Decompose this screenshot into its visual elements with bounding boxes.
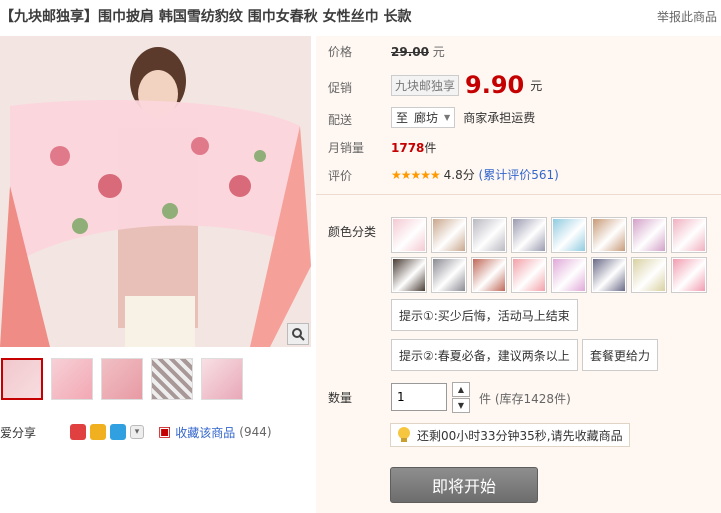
stock-count: (库存1428件) (494, 392, 571, 406)
report-link[interactable]: 举报此商品 (657, 8, 717, 25)
sales-value: 1778件 (391, 139, 436, 156)
rating-score: 4.8分 (443, 168, 475, 182)
color-swatch[interactable] (631, 257, 667, 293)
color-label: 颜色分类 (328, 225, 377, 239)
color-swatch[interactable] (391, 217, 427, 253)
divider (316, 194, 721, 195)
combo-button[interactable]: 套餐更给力 (582, 339, 659, 371)
color-swatch[interactable] (551, 217, 587, 253)
product-main-image[interactable] (0, 36, 311, 347)
color-swatch[interactable] (471, 217, 507, 253)
thumbnail-1[interactable] (1, 358, 43, 400)
shipping-note: 商家承担运费 (463, 111, 536, 125)
quantity-input[interactable] (391, 383, 447, 411)
favorite-icon[interactable]: ▣ (158, 424, 171, 440)
thumbnail-2[interactable] (51, 358, 93, 400)
product-title: 【九块邮独享】围巾披肩 韩国雪纺豹纹 围巾女春秋 女性丝巾 长款 (0, 9, 412, 25)
promo-price-value: 9.90 (465, 71, 525, 99)
favorite-link[interactable]: 收藏该商品 (175, 424, 235, 441)
thumbnail-3[interactable] (101, 358, 143, 400)
promo-price: 九块邮独享 9.90 元 (391, 71, 542, 99)
original-price: 29.00 元 (391, 43, 445, 60)
more-share-icon[interactable]: ▾ (130, 425, 145, 439)
quantity-decrease-button[interactable]: ▼ (452, 398, 470, 413)
delivery-prefix: 至 (396, 111, 409, 125)
color-swatch[interactable] (631, 217, 667, 253)
sales-label: 月销量 (328, 141, 365, 155)
thumbnail-4[interactable] (151, 358, 193, 400)
delivery-city: 廊坊 (414, 111, 439, 125)
countdown-text: 还剩00小时33分钟35秒,请先收藏商品 (417, 428, 623, 443)
quantity-unit: 件 (479, 392, 492, 406)
color-swatch[interactable] (511, 257, 547, 293)
promo-price-unit: 元 (530, 78, 543, 93)
city-select[interactable]: 至 廊坊 ▼ (391, 107, 456, 128)
share-label: 爱分享 (0, 425, 37, 440)
promo-tag: 九块邮独享 (391, 74, 460, 96)
tip-2[interactable]: 提示②:春夏必备，建议两条以上 (391, 339, 578, 371)
color-swatch[interactable] (551, 257, 587, 293)
sales-unit: 件 (424, 141, 437, 155)
stock-info: 件 (库存1428件) (479, 390, 571, 407)
rating-value: ★★★★★ 4.8分 (累计评价561) (391, 166, 559, 183)
color-swatch[interactable] (591, 257, 627, 293)
qq-share-icon[interactable] (110, 424, 127, 440)
color-swatch[interactable] (511, 217, 547, 253)
buy-button[interactable]: 即将开始 (390, 467, 538, 503)
color-swatch[interactable] (471, 257, 507, 293)
scarf-model-illustration (0, 36, 311, 347)
thumbnail-5[interactable] (201, 358, 243, 400)
sales-count: 1778 (391, 141, 425, 155)
color-swatch[interactable] (431, 217, 467, 253)
weibo-icon[interactable] (70, 424, 87, 440)
quantity-label: 数量 (328, 391, 353, 405)
original-price-value: 29.00 (391, 45, 429, 59)
lightbulb-icon (398, 427, 410, 442)
favorite-count: (944) (239, 425, 272, 439)
color-swatch[interactable] (431, 257, 467, 293)
chevron-down-icon: ▼ (444, 113, 451, 122)
delivery-label: 配送 (328, 113, 353, 127)
qzone-icon[interactable] (90, 424, 107, 440)
tip-1[interactable]: 提示①:买少后悔，活动马上结束 (391, 299, 578, 331)
price-label: 价格 (328, 45, 353, 59)
share-bar: 爱分享 ▾ ▣ 收藏该商品 (944) (0, 422, 272, 442)
original-price-unit: 元 (432, 45, 445, 59)
color-swatch[interactable] (391, 257, 427, 293)
rating-label: 评价 (328, 169, 353, 183)
color-swatch[interactable] (591, 217, 627, 253)
reviews-link[interactable]: (累计评价561) (479, 168, 559, 182)
promo-label: 促销 (328, 81, 353, 95)
zoom-icon[interactable] (287, 323, 309, 345)
color-swatch[interactable] (671, 257, 707, 293)
rating-stars-icon: ★★★★★ (391, 168, 441, 182)
delivery-row: 至 廊坊 ▼ 商家承担运费 (391, 107, 535, 128)
quantity-increase-button[interactable]: ▲ (452, 382, 470, 397)
color-swatch[interactable] (671, 217, 707, 253)
countdown-tip: 还剩00小时33分钟35秒,请先收藏商品 (390, 423, 630, 447)
